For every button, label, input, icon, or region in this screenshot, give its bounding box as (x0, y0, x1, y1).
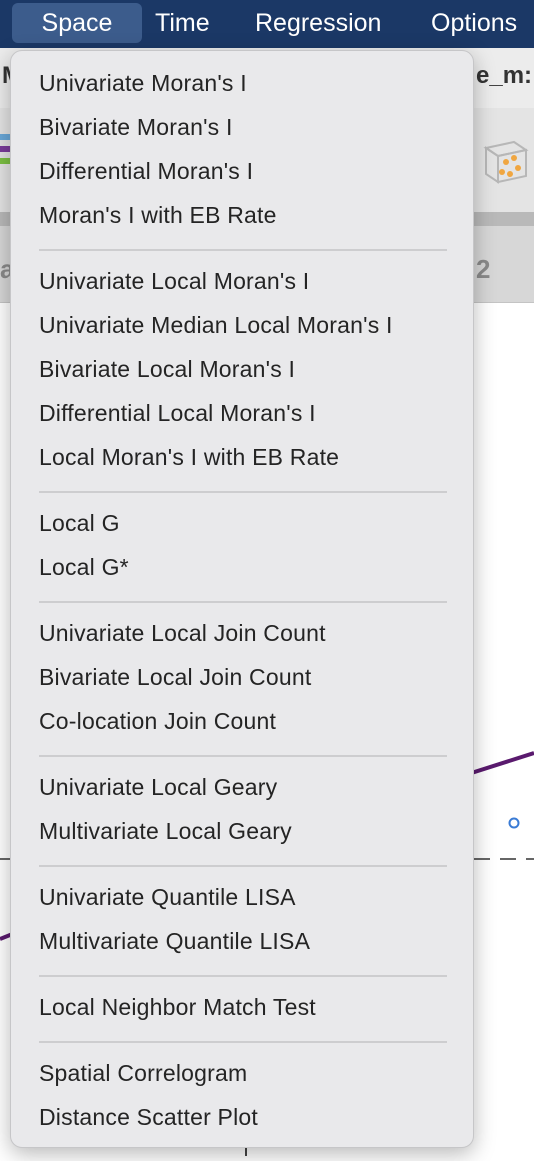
menu-item-bivariate-local-join-count[interactable]: Bivariate Local Join Count (39, 657, 311, 697)
menu-regression[interactable]: Regression (255, 3, 381, 43)
menu-item-local-gstar[interactable]: Local G* (39, 547, 129, 587)
menu-item-bivariate-moran-s-i[interactable]: Bivariate Moran's I (39, 107, 233, 147)
3d-scatter-plot-icon[interactable] (478, 132, 530, 184)
menu-item-co-location-join-count[interactable]: Co-location Join Count (39, 701, 276, 741)
legend-stub-green (0, 158, 10, 164)
menu-item-local-g[interactable]: Local G (39, 503, 120, 543)
menu-bar: Space Time Regression Options (0, 0, 534, 48)
menu-item-univariate-local-geary[interactable]: Univariate Local Geary (39, 767, 277, 807)
menu-separator (39, 491, 447, 493)
menu-item-local-moran-s-i-with-eb-rate[interactable]: Local Moran's I with EB Rate (39, 437, 339, 477)
menu-separator (39, 975, 447, 977)
scatter-point (508, 817, 520, 829)
menu-separator (39, 249, 447, 251)
menu-item-multivariate-local-geary[interactable]: Multivariate Local Geary (39, 811, 292, 851)
menu-item-differential-moran-s-i[interactable]: Differential Moran's I (39, 151, 253, 191)
menu-item-univariate-quantile-lisa[interactable]: Univariate Quantile LISA (39, 877, 296, 917)
menu-item-univariate-local-moran-s-i[interactable]: Univariate Local Moran's I (39, 261, 309, 301)
menu-time[interactable]: Time (155, 3, 210, 43)
menu-item-moran-s-i-with-eb-rate[interactable]: Moran's I with EB Rate (39, 195, 277, 235)
menu-separator (39, 865, 447, 867)
menu-space[interactable]: Space (12, 3, 142, 43)
menu-item-local-neighbor-match-test[interactable]: Local Neighbor Match Test (39, 987, 316, 1027)
legend-stub-blue (0, 134, 10, 140)
menu-item-univariate-local-join-count[interactable]: Univariate Local Join Count (39, 613, 326, 653)
menu-item-univariate-moran-s-i[interactable]: Univariate Moran's I (39, 63, 247, 103)
tab-title-fragment: e_m: (476, 62, 533, 89)
menu-options[interactable]: Options (431, 3, 517, 43)
menu-separator (39, 755, 447, 757)
menu-item-multivariate-quantile-lisa[interactable]: Multivariate Quantile LISA (39, 921, 310, 961)
legend-stub-purple (0, 146, 10, 152)
space-menu-dropdown: Univariate Moran's I Bivariate Moran's ID… (10, 50, 474, 1148)
menu-item-univariate-median-local-moran-s-i[interactable]: Univariate Median Local Moran's I (39, 305, 393, 345)
column-fragment-right: 2 (476, 254, 491, 284)
menu-separator (39, 601, 447, 603)
menu-item-spatial-correlogram[interactable]: Spatial Correlogram (39, 1053, 247, 1093)
menu-item-differential-local-moran-s-i[interactable]: Differential Local Moran's I (39, 393, 316, 433)
menu-separator (39, 1041, 447, 1043)
menu-item-bivariate-local-moran-s-i[interactable]: Bivariate Local Moran's I (39, 349, 295, 389)
menu-item-distance-scatter-plot[interactable]: Distance Scatter Plot (39, 1097, 258, 1137)
